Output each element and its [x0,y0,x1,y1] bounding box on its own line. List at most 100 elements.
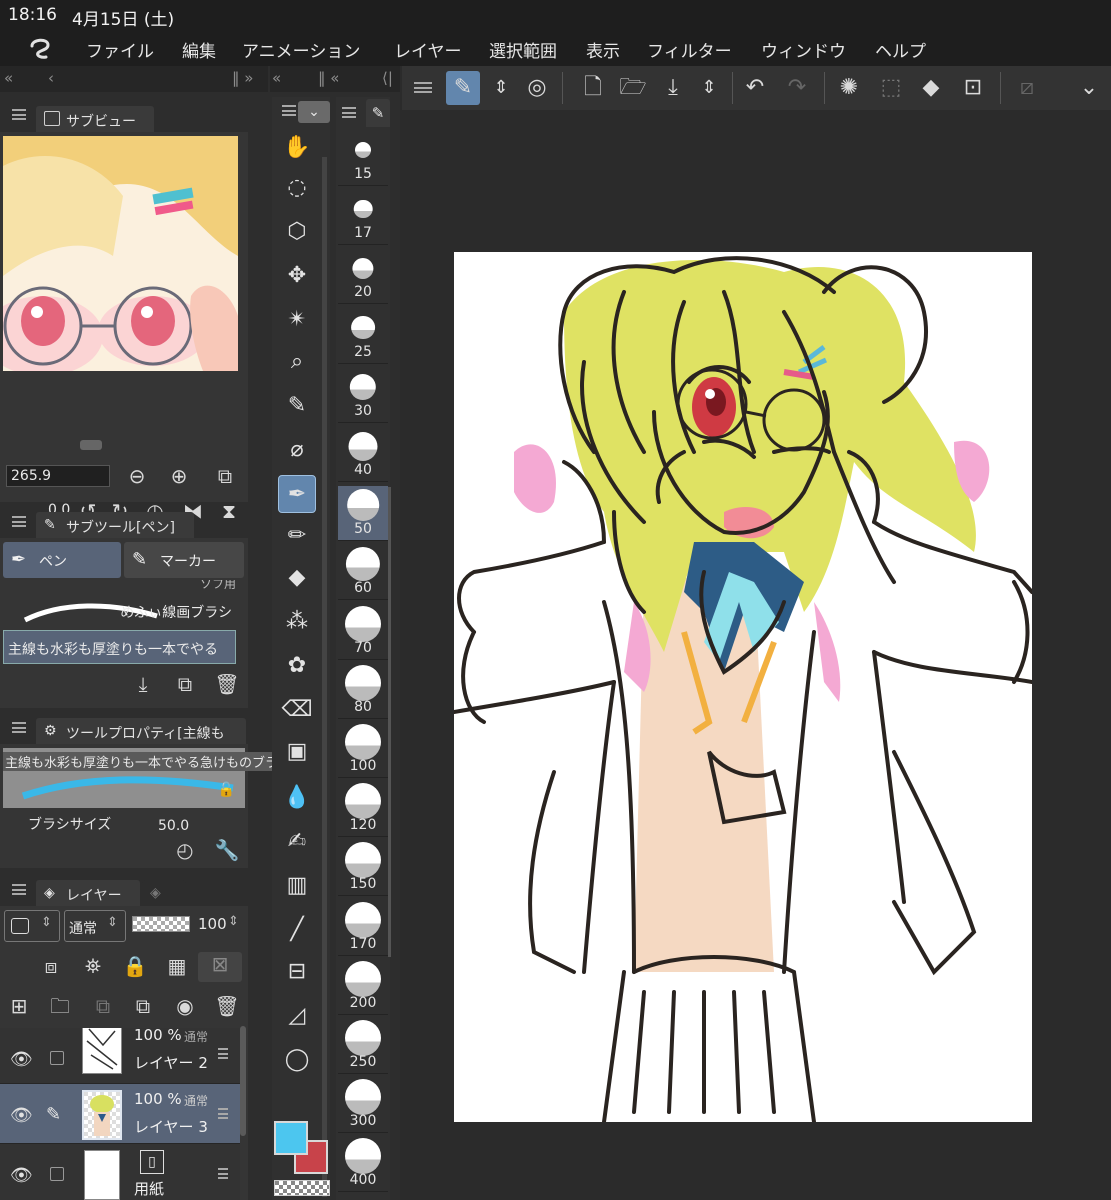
layer-checkbox[interactable] [50,1167,64,1181]
subview-image[interactable] [3,136,238,371]
eye-icon[interactable]: 👁 [10,1165,33,1186]
menu-animation[interactable]: アニメーション [242,37,360,62]
drag-handle-icon[interactable] [218,1048,228,1059]
eye-icon[interactable]: 👁 [10,1105,33,1126]
brush-size-item[interactable]: 30 [338,368,388,423]
figure-icon[interactable]: ◿ [278,997,316,1035]
line-icon[interactable]: ╱ [278,911,316,949]
3d-object-icon[interactable]: ⬡ [278,213,316,251]
lasso-icon[interactable]: ◌ [278,169,316,207]
brush-item-selected[interactable]: 主線も水彩も厚塗りも一本でやる [3,630,236,664]
zoom-out-icon[interactable]: ⊖ [124,464,150,488]
redo-icon[interactable]: ↷ [780,71,814,105]
lock-icon[interactable]: 🔒 [122,954,148,978]
menu-icon[interactable] [12,884,26,895]
marker-icon[interactable]: ⌀ [278,431,316,469]
ruler-icon[interactable]: ✍ [278,823,316,861]
frame-icon[interactable]: ⊟ [278,953,316,991]
canvas-workspace[interactable] [402,110,1111,1200]
chevron-left-icon[interactable]: ‹ [48,69,54,87]
brush-size-item[interactable]: 200 [338,960,388,1015]
gradient-icon[interactable]: ▥ [278,867,316,905]
brush-size-item[interactable]: 25 [338,309,388,364]
brush-size-tab[interactable]: ✎ [366,99,390,127]
clip-layer-icon[interactable]: ⧈ [38,954,64,978]
undo-icon[interactable]: ↶ [738,71,772,105]
opacity-slider[interactable] [132,916,190,932]
fill-icon[interactable]: ◆ [278,559,316,597]
select-all-icon[interactable]: ⬚ [874,71,908,105]
layer-row[interactable]: 👁 ✎ 100 % 通常 レイヤー 3 [0,1084,240,1144]
collapse-icon[interactable]: « [4,69,13,87]
menu-icon[interactable] [342,107,356,118]
tab-subview[interactable]: サブビュー [36,106,154,132]
transfer-icon[interactable]: ⧉ [130,994,156,1018]
download-icon[interactable]: ⤓ [130,672,156,696]
layer-color-select[interactable]: ⇕ [4,910,60,942]
menu-icon[interactable] [12,516,26,527]
main-color-chip[interactable] [274,1121,308,1155]
menu-icon[interactable] [282,105,296,116]
brush-size-item[interactable]: 17 [338,190,388,246]
brush-size-item[interactable]: 40 [338,427,388,482]
size-scrollbar[interactable] [388,487,391,957]
new-folder-icon[interactable]: 🗀 [46,994,74,1018]
new-file-icon[interactable]: 🗋 [576,71,610,105]
mask-icon[interactable]: ◉ [172,994,198,1018]
layer-row[interactable]: 👁 ▯ 用紙 [0,1144,240,1200]
menu-icon[interactable] [12,722,26,733]
grip-icon[interactable]: ‖ « [318,69,339,87]
loading-icon[interactable]: ✺ [832,71,866,105]
material-icon[interactable]: ▣ [278,733,316,771]
layer-scrollbar[interactable] [240,1026,246,1136]
canvas[interactable] [454,252,1032,1122]
zoom-icon[interactable]: ⌕ [278,343,316,381]
expand-icon[interactable]: ⟨| [382,69,393,87]
brush-size-item[interactable]: 150 [338,841,388,897]
blend-icon[interactable]: 💧 [278,779,316,817]
tab-layer[interactable]: ◈ レイヤー [36,880,140,906]
brush-size-item[interactable]: 70 [338,605,388,660]
brush-size-item[interactable]: 100 [338,723,388,778]
brush-size-item[interactable]: 15 [338,131,388,186]
new-layer-icon[interactable]: ⊞ [6,994,32,1018]
subtool-tab-marker[interactable]: ✎ マーカー [124,542,244,578]
menu-icon[interactable] [12,109,26,120]
app-logo-icon[interactable] [26,36,56,62]
menu-icon[interactable] [414,82,432,93]
merge-down-icon[interactable]: ⧉ [90,994,116,1018]
brush-item[interactable]: ソフ用 [3,580,236,592]
brush-size-value[interactable]: 50.0 [158,818,189,830]
brush-size-item[interactable]: 300 [338,1078,388,1134]
brush-size-item[interactable]: 60 [338,545,388,601]
menu-window[interactable]: ウィンドウ [761,37,846,62]
zoom-in-icon[interactable]: ⊕ [166,464,192,488]
edit-icon[interactable]: ✎ [446,71,480,105]
pencil-icon[interactable]: ✏ [278,517,316,555]
move-icon[interactable]: ✥ [278,257,316,295]
lock-transparent-icon[interactable]: ▦ [164,954,190,978]
pen-icon[interactable]: ✒ [278,475,316,513]
deselect-icon[interactable]: ⧄ [1010,71,1044,105]
brush-size-item[interactable]: 80 [338,664,388,719]
palette-dropdown[interactable]: ⌄ [298,101,330,123]
delete-icon[interactable]: 🗑 [214,672,240,696]
chevron-down-icon[interactable]: ⌄ [1072,71,1106,105]
collapse-icon[interactable]: « [272,69,281,87]
eye-icon[interactable]: 👁 [10,1049,33,1070]
subtool-tab-pen[interactable]: ✒ ペン [3,542,121,578]
wrench-icon[interactable]: 🔧 [214,838,240,862]
brush-size-item[interactable]: 120 [338,782,388,838]
flip-vertical-icon[interactable]: ⧗ [216,499,242,523]
open-folder-icon[interactable]: 🗁 [616,71,650,105]
save-icon[interactable]: ⤓ [656,71,690,105]
chevron-updown-icon[interactable]: ⇕ [228,914,239,929]
eraser-icon[interactable]: ⌫ [278,691,316,729]
fill-icon[interactable]: ◆ [914,71,948,105]
airbrush-icon[interactable]: ⁂ [278,603,316,641]
blend-mode-select[interactable]: 通常 ⇕ [64,910,126,942]
menu-selection[interactable]: 選択範囲 [489,37,557,62]
lock-icon[interactable]: 🔓 [218,782,235,798]
chevron-updown-icon[interactable]: ⇕ [692,71,726,105]
drag-handle-icon[interactable] [218,1108,228,1119]
